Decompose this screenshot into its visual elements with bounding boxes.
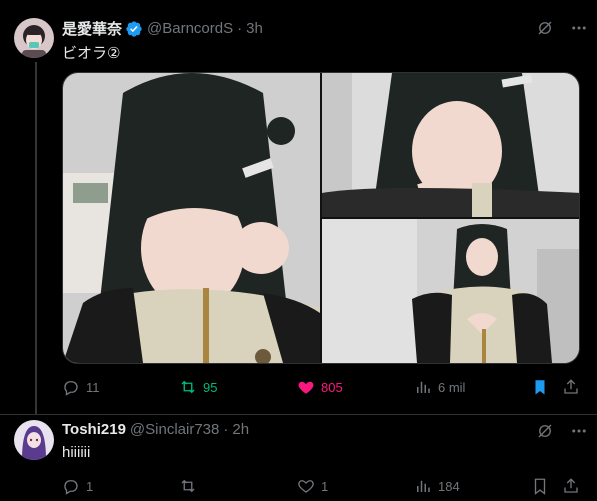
- retweet-icon: [179, 477, 197, 495]
- author-avatar[interactable]: [14, 18, 54, 58]
- time-separator: ·: [237, 20, 243, 37]
- reply-text: hiiiiii: [62, 444, 91, 461]
- tweet-media-grid: [62, 72, 580, 364]
- verified-badge-icon: [125, 20, 143, 38]
- like-count: 805: [321, 379, 343, 395]
- tweet-action-bar: 11 95 805 6 mil: [0, 377, 597, 397]
- like-button[interactable]: 805: [297, 378, 343, 396]
- tweet-text: ビオラ②: [62, 45, 121, 62]
- share-icon: [562, 477, 580, 495]
- bookmark-button[interactable]: [531, 378, 549, 396]
- reply-reply-count: 1: [86, 478, 94, 494]
- tweet-time[interactable]: 3h: [246, 20, 263, 37]
- views-button[interactable]: 6 mil: [414, 378, 465, 396]
- reply-author-handle[interactable]: @Sinclair738: [130, 421, 219, 438]
- retweet-icon: [179, 378, 197, 396]
- reply-author-name[interactable]: Toshi219: [62, 421, 126, 438]
- reply-time[interactable]: 2h: [232, 421, 249, 438]
- reply-bookmark-button[interactable]: [531, 477, 549, 495]
- like-icon: [297, 477, 315, 495]
- share-button[interactable]: [562, 378, 580, 396]
- grok-icon[interactable]: [535, 18, 555, 38]
- tweet-header: 是愛華奈 @BarncordS · 3h: [62, 18, 263, 39]
- reply-action-bar: 1 1 184: [0, 476, 597, 496]
- reply-count: 11: [86, 379, 100, 395]
- retweet-button[interactable]: 95: [179, 378, 217, 396]
- reply-author-avatar[interactable]: [14, 420, 54, 460]
- bookmark-icon: [531, 378, 549, 396]
- reply-retweet-button[interactable]: [179, 477, 203, 495]
- reply-share-button[interactable]: [562, 477, 580, 495]
- views-icon: [414, 477, 432, 495]
- reply-time-separator: ·: [223, 421, 229, 438]
- reply-icon: [62, 477, 80, 495]
- reply-views-count: 184: [438, 478, 460, 494]
- tweet-top-actions: [535, 18, 589, 38]
- media-photo-3[interactable]: [322, 219, 579, 363]
- tweet-divider: [0, 414, 597, 415]
- views-icon: [414, 378, 432, 396]
- reply-views-button[interactable]: 184: [414, 477, 460, 495]
- reply-icon: [62, 378, 80, 396]
- like-icon: [297, 378, 315, 396]
- author-name[interactable]: 是愛華奈: [62, 18, 122, 39]
- reply-reply-button[interactable]: 1: [62, 477, 93, 495]
- reply-button[interactable]: 11: [62, 378, 100, 396]
- grok-icon[interactable]: [535, 421, 555, 441]
- more-icon[interactable]: [569, 18, 589, 38]
- bookmark-icon: [531, 477, 549, 495]
- reply-header: Toshi219 @Sinclair738 · 2h: [62, 421, 249, 438]
- views-count: 6 mil: [438, 379, 466, 395]
- media-photo-2[interactable]: [322, 73, 579, 217]
- retweet-count: 95: [203, 379, 218, 395]
- more-icon[interactable]: [569, 421, 589, 441]
- reply-top-actions: [535, 421, 589, 441]
- share-icon: [562, 378, 580, 396]
- reply-like-button[interactable]: 1: [297, 477, 328, 495]
- reply-like-count: 1: [321, 478, 329, 494]
- media-photo-1[interactable]: [63, 73, 320, 363]
- author-handle[interactable]: @BarncordS: [147, 20, 233, 37]
- thread-connector-line: [35, 62, 37, 414]
